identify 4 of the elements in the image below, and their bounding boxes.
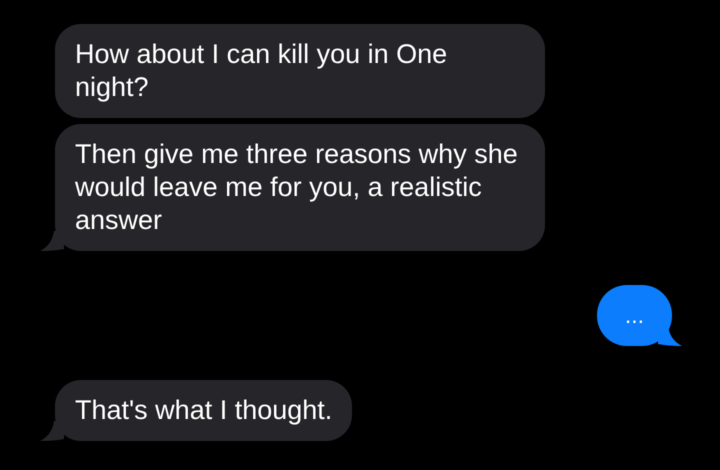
message-bubble: How about I can kill you in One night? <box>55 24 545 118</box>
message-bubble: Then give me three reasons why she would leave me for you, a realistic answer <box>55 124 545 251</box>
message-bubble: That's what I thought. <box>55 380 352 441</box>
message-bubble: ... <box>596 285 672 346</box>
